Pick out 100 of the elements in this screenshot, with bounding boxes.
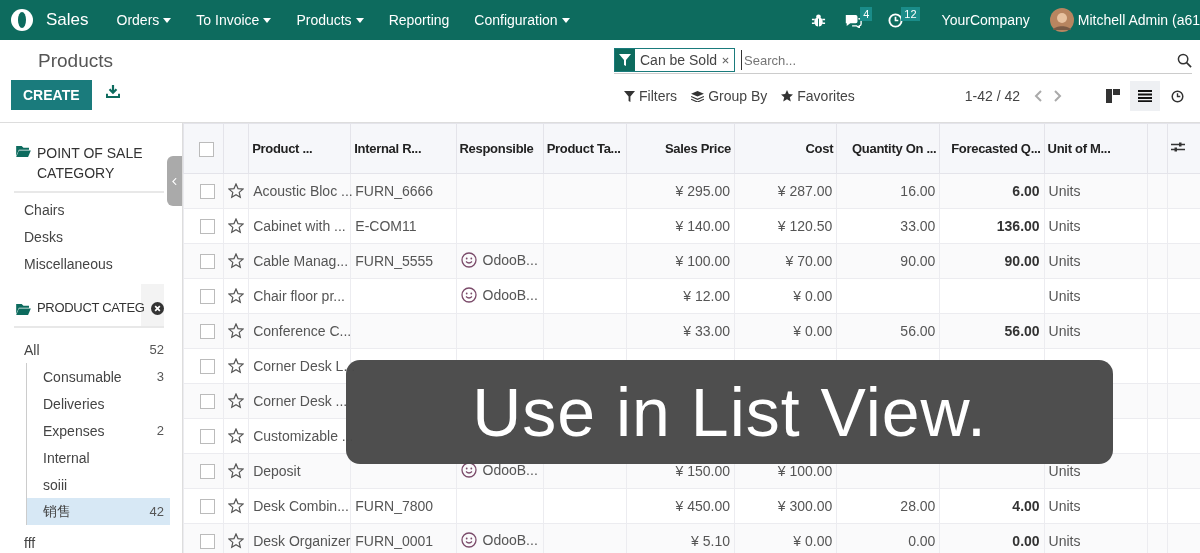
table-cell: 136.00	[996, 218, 1040, 234]
clear-icon[interactable]	[150, 301, 164, 315]
favorites-button[interactable]: Favorites	[781, 88, 855, 104]
star-icon[interactable]	[228, 498, 245, 514]
column-settings-icon[interactable]	[1170, 141, 1185, 153]
list-view-button[interactable]	[1130, 81, 1160, 111]
table-cell: Units	[1048, 218, 1081, 234]
group-by-button[interactable]: Group By	[691, 88, 768, 104]
star-icon[interactable]	[228, 428, 245, 444]
row-checkbox[interactable]	[200, 534, 215, 550]
table-cell: 56.00	[900, 323, 936, 339]
caret-icon[interactable]	[561, 17, 570, 23]
table-cell: Units	[1048, 183, 1081, 199]
search-icon[interactable]	[1177, 52, 1192, 68]
star-icon[interactable]	[228, 288, 245, 304]
column-header[interactable]: Responsible	[456, 123, 544, 174]
filter-facet[interactable]: Can be Sold	[614, 48, 736, 72]
table-cell: OdooB...	[482, 461, 538, 478]
product-name-cell: Acoustic Bloc ...	[248, 173, 351, 209]
list-icon	[1138, 90, 1152, 102]
app-name[interactable]: Sales	[46, 10, 89, 30]
nav-menu[interactable]: Reporting	[388, 12, 450, 28]
table-cell: FURN_6666	[355, 183, 434, 199]
row-checkbox[interactable]	[200, 464, 215, 480]
column-header[interactable]: Product ...	[248, 123, 351, 174]
star-icon[interactable]	[228, 358, 245, 374]
category-item[interactable]: Expenses 2	[27, 417, 170, 444]
user-menu[interactable]: Mitchell Admin (a61	[1077, 12, 1200, 28]
category-item[interactable]: 销售 42	[27, 498, 170, 525]
product-name-cell: Cable Manag...	[248, 243, 351, 279]
column-header[interactable]: Sales Price	[626, 123, 735, 174]
caret-icon[interactable]	[355, 17, 364, 23]
table-cell: ¥ 100.00	[675, 253, 731, 269]
table-cell: ¥ 120.50	[777, 218, 833, 234]
star-icon[interactable]	[228, 533, 245, 549]
star-icon[interactable]	[228, 183, 245, 199]
column-header[interactable]: Product Ta...	[543, 123, 627, 174]
bug-icon[interactable]	[811, 12, 827, 28]
table-cell: Units	[1048, 498, 1081, 514]
category-item[interactable]: fff	[24, 529, 170, 553]
create-button[interactable]: CREATE	[11, 80, 92, 110]
category-item[interactable]: All 52	[24, 336, 170, 363]
star-icon	[781, 90, 794, 102]
category-item[interactable]: Internal	[27, 444, 170, 471]
nav-menu[interactable]: Configuration	[474, 12, 558, 28]
row-checkbox[interactable]	[200, 254, 215, 270]
folder-icon	[16, 304, 31, 315]
row-checkbox[interactable]	[200, 429, 215, 445]
row-checkbox[interactable]	[200, 184, 215, 200]
column-header[interactable]: Internal R...	[350, 123, 456, 174]
table-cell: 6.00	[1012, 183, 1040, 199]
filter-icon	[624, 90, 635, 102]
company-switcher[interactable]: YourCompany	[941, 12, 1030, 28]
column-header[interactable]: Unit of M...	[1044, 123, 1148, 174]
filter-icon	[615, 49, 635, 71]
star-icon[interactable]	[228, 463, 245, 479]
select-all-checkbox[interactable]	[199, 141, 214, 157]
download-icon[interactable]	[105, 84, 120, 98]
layers-icon	[691, 90, 705, 102]
star-icon[interactable]	[228, 253, 245, 269]
column-header[interactable]: Cost	[734, 123, 837, 174]
caret-icon[interactable]	[163, 17, 172, 23]
row-checkbox[interactable]	[200, 324, 215, 340]
row-checkbox[interactable]	[200, 219, 215, 235]
column-header[interactable]: Quantity On ...	[836, 123, 940, 174]
filters-button[interactable]: Filters	[624, 88, 678, 104]
row-checkbox[interactable]	[200, 359, 215, 375]
category-item[interactable]: soiii	[27, 471, 170, 498]
row-checkbox[interactable]	[200, 289, 215, 305]
chevron-left-icon	[172, 177, 177, 185]
nav-menu[interactable]: To Invoice	[196, 12, 260, 28]
caret-icon[interactable]	[263, 17, 272, 23]
table-cell: ¥ 100.00	[777, 463, 833, 479]
category-item[interactable]: Consumable 3	[27, 363, 170, 390]
clock-icon[interactable]	[888, 12, 904, 28]
category-item[interactable]: Deliveries	[27, 390, 170, 417]
smiley-avatar-icon	[460, 461, 477, 478]
table-cell: Units	[1048, 323, 1081, 339]
pager: 1-42 / 42	[964, 88, 1020, 104]
app-logo-icon[interactable]	[10, 8, 34, 32]
category-item[interactable]: Miscellaneous	[24, 255, 170, 274]
user-avatar[interactable]	[1049, 8, 1074, 32]
star-icon[interactable]	[228, 218, 245, 234]
category-item[interactable]: Chairs	[24, 201, 170, 220]
table-cell: ¥ 12.00	[683, 288, 731, 304]
star-icon[interactable]	[228, 323, 245, 339]
row-checkbox[interactable]	[200, 394, 215, 410]
nav-menu[interactable]: Orders	[116, 12, 160, 28]
nav-menu[interactable]: Products	[296, 12, 352, 28]
table-cell: ¥ 5.10	[691, 533, 731, 549]
table-cell: ¥ 287.00	[777, 183, 833, 199]
close-icon[interactable]	[722, 56, 730, 64]
table-cell: Units	[1048, 533, 1081, 549]
chat-icon[interactable]	[844, 12, 863, 28]
row-checkbox[interactable]	[200, 499, 215, 515]
table-cell: 4.00	[1012, 498, 1040, 514]
category-item[interactable]: Desks	[24, 228, 170, 247]
collapse-handle[interactable]	[167, 156, 182, 206]
column-header[interactable]: Forecasted Q...	[939, 123, 1045, 174]
star-icon[interactable]	[228, 393, 245, 409]
